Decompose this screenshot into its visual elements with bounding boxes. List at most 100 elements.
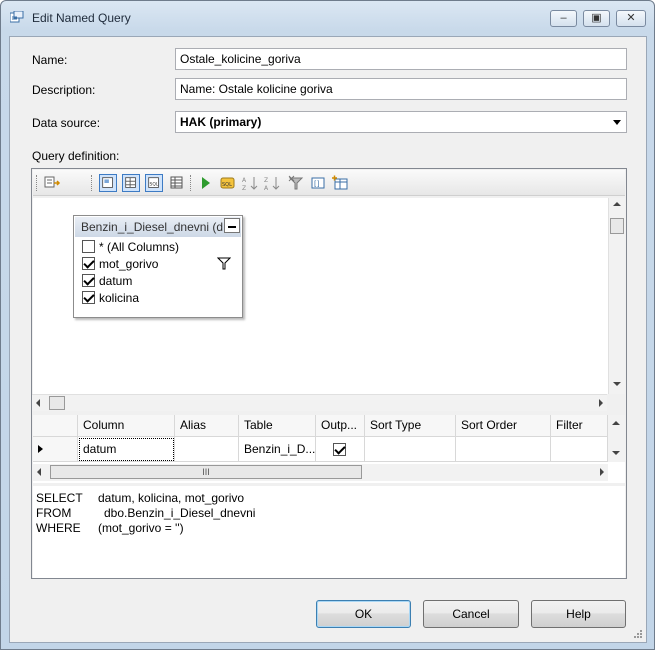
sql-keyword-where: WHERE [36,521,81,535]
grid-header-column[interactable]: Column [78,415,175,437]
current-row-icon [38,445,43,453]
datasource-select[interactable]: HAK (primary) [175,111,627,133]
scroll-up-icon[interactable] [613,202,621,206]
edit-named-query-window: Edit Named Query ‒ ▣ ✕ Name: Ostale_koli… [0,0,655,650]
remove-filter-icon[interactable] [287,174,305,192]
add-table-icon[interactable] [331,174,349,192]
scroll-left-icon[interactable] [37,468,41,476]
grid-header-table[interactable]: Table [239,415,316,437]
maximize-icon: ▣ [591,12,602,24]
grid-cell-column[interactable]: datum [78,437,175,462]
grid-header-sort-order[interactable]: Sort Order [456,415,551,437]
svg-text:[]: [] [314,180,320,188]
column-row-all[interactable]: * (All Columns) [82,240,179,257]
show-grid-pane-icon[interactable] [122,174,140,192]
scroll-thumb[interactable]: III [50,465,362,479]
minimize-button[interactable]: ‒ [550,10,577,27]
column-label: kolicina [99,291,140,305]
svg-text:SQL: SQL [222,182,232,188]
dialog-body: Name: Ostale_kolicine_goriva Description… [9,36,647,643]
sql-pane[interactable]: SELECT datum, kolicina, mot_gorivo FROM … [33,486,625,578]
sql-keyword-select: SELECT [36,491,83,505]
column-checkbox[interactable] [82,274,95,287]
svg-text:SQL: SQL [150,182,159,188]
help-button[interactable]: Help [531,600,626,628]
minimize-icon: ‒ [560,12,567,24]
toolbar-grip[interactable] [36,175,39,191]
minimize-table-button[interactable] [224,218,240,233]
table-widget[interactable]: Benzin_i_Diesel_dnevni (d * (All Columns… [73,215,243,318]
grid-horizontal-scrollbar[interactable]: III [33,464,608,481]
sql-where-clause: (mot_gorivo = '') [98,521,184,535]
name-field[interactable]: Ostale_kolicine_goriva [175,48,627,70]
sql-keyword-from: FROM [36,506,72,520]
scroll-left-icon[interactable] [36,399,40,407]
diagram-pane[interactable]: Benzin_i_Diesel_dnevni (d * (All Columns… [33,198,625,394]
verify-sql-icon[interactable]: SQL [219,174,237,192]
criteria-grid[interactable]: Column Alias Table Outp... Sort Type Sor… [33,415,625,483]
scroll-thumb[interactable] [49,396,65,410]
cancel-button[interactable]: Cancel [423,600,519,628]
grid-cell-filter[interactable] [551,437,608,462]
row-header-cell [33,415,78,437]
title-bar[interactable]: Edit Named Query ‒ ▣ ✕ [1,1,654,33]
sort-ascending-icon[interactable]: AZ [241,174,259,192]
diagram-vertical-scrollbar[interactable] [608,198,625,394]
query-definition-label: Query definition: [32,149,120,163]
grid-header-filter[interactable]: Filter [551,415,608,437]
scroll-right-icon[interactable] [600,468,604,476]
datasource-value: HAK (primary) [180,115,262,129]
named-query-icon [10,11,24,23]
toolbar-grip[interactable] [190,175,193,191]
filter-icon [217,257,231,270]
column-checkbox[interactable] [82,240,95,253]
close-button[interactable]: ✕ [616,10,646,27]
grid-cell-alias[interactable] [175,437,239,462]
row-selector[interactable] [33,437,78,462]
show-results-pane-icon[interactable] [168,174,186,192]
grid-cell-sort-type[interactable] [365,437,456,462]
grid-cell-sort-order[interactable] [456,437,551,462]
grid-header-sort-type[interactable]: Sort Type [365,415,456,437]
column-row-mot-gorivo[interactable]: mot_gorivo [82,257,158,274]
sql-select-list: datum, kolicina, mot_gorivo [98,491,245,505]
toolbar-grip[interactable] [91,175,94,191]
column-checkbox[interactable] [82,291,95,304]
grid-cell-output[interactable] [316,437,365,462]
grid-cell-table[interactable]: Benzin_i_D... [239,437,316,462]
resize-grip-icon[interactable] [633,629,643,639]
description-label: Description: [32,83,96,97]
query-designer: SQL SQL AZ ZA [] Benzin_i_Diesel_dnevni … [31,168,627,579]
show-diagram-pane-icon[interactable] [99,174,117,192]
sort-descending-icon[interactable]: ZA [263,174,281,192]
column-checkbox[interactable] [82,257,95,270]
description-field[interactable]: Name: Ostale kolicine goriva [175,78,627,100]
column-row-kolicina[interactable]: kolicina [82,291,139,308]
column-row-datum[interactable]: datum [82,274,132,291]
column-label: * (All Columns) [99,240,180,254]
use-group-by-icon[interactable]: [] [309,174,327,192]
run-query-icon[interactable] [197,174,215,192]
scroll-down-icon[interactable] [612,451,620,455]
output-checkbox[interactable] [333,443,346,456]
scroll-right-icon[interactable] [599,399,603,407]
grid-vertical-scrollbar[interactable] [608,415,625,462]
grid-header-alias[interactable]: Alias [175,415,239,437]
ok-button[interactable]: OK [316,600,411,628]
svg-text:A: A [242,177,247,184]
manage-relationships-icon[interactable] [43,174,61,192]
datasource-label: Data source: [32,116,101,130]
chevron-down-icon[interactable] [613,120,621,125]
scroll-up-icon[interactable] [612,421,620,425]
scroll-thumb[interactable] [610,218,624,234]
table-title[interactable]: Benzin_i_Diesel_dnevni (d [75,217,241,237]
maximize-button[interactable]: ▣ [583,10,610,27]
name-label: Name: [32,53,68,67]
svg-text:Z: Z [264,177,268,184]
close-icon: ✕ [626,12,636,24]
diagram-horizontal-scrollbar[interactable] [32,394,607,411]
svg-text:A: A [264,185,269,192]
scroll-down-icon[interactable] [613,382,621,386]
show-sql-pane-icon[interactable]: SQL [145,174,163,192]
grid-header-output[interactable]: Outp... [316,415,365,437]
